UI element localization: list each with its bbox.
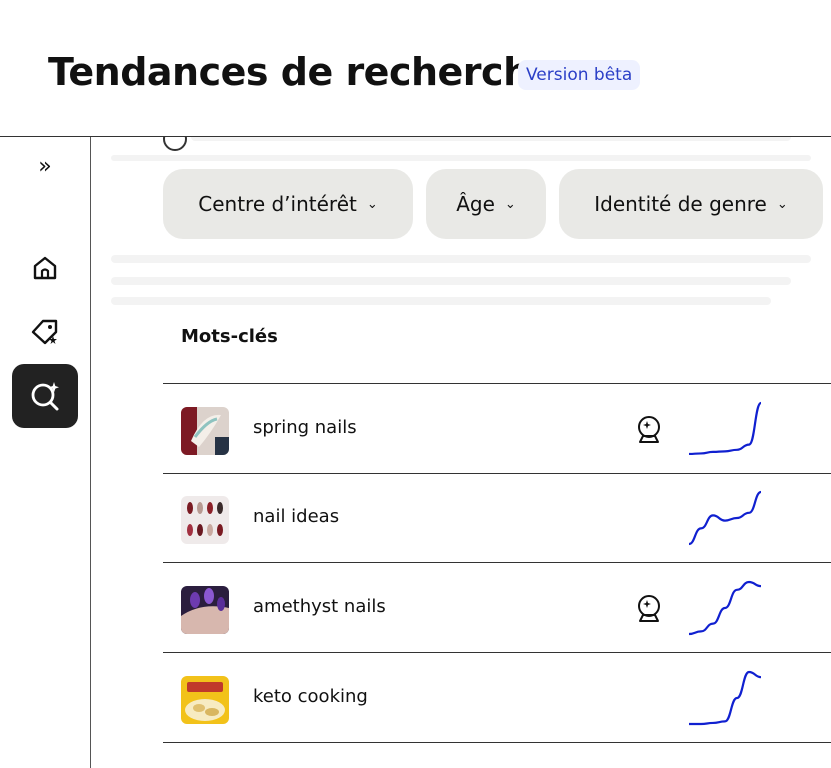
filter-gender[interactable]: Identité de genre ⌄ xyxy=(559,169,823,239)
keyword-label: amethyst nails xyxy=(253,596,386,617)
trend-line xyxy=(688,401,763,456)
sidebar: » xyxy=(0,137,91,768)
faded-text xyxy=(111,155,811,161)
sidebar-expand-button[interactable]: » xyxy=(28,151,62,181)
table-row[interactable]: keto cooking xyxy=(163,654,831,742)
keyword-label: spring nails xyxy=(253,417,357,438)
search-sparkle-icon xyxy=(31,382,59,411)
chevron-double-right-icon: » xyxy=(38,153,52,179)
keyword-thumbnail xyxy=(181,586,229,634)
chevron-down-icon: ⌄ xyxy=(776,196,788,212)
table-row[interactable]: amethyst nails xyxy=(163,564,831,652)
table-divider xyxy=(163,652,831,653)
filter-interest-label: Centre d’intérêt xyxy=(198,192,357,216)
page-header: Tendances de recherche Version bêta xyxy=(0,0,831,137)
beta-badge: Version bêta xyxy=(518,60,641,90)
sidebar-item-tag[interactable] xyxy=(22,309,68,355)
keyword-thumbnail xyxy=(181,676,229,724)
filter-interest[interactable]: Centre d’intérêt ⌄ xyxy=(163,169,413,239)
filter-age[interactable]: Âge ⌄ xyxy=(426,169,546,239)
trend-line xyxy=(688,580,762,636)
trend-line xyxy=(688,490,762,546)
trend-sparkline xyxy=(688,401,763,456)
trend-sparkline xyxy=(689,670,762,726)
chevron-down-icon: ⌄ xyxy=(366,196,378,212)
home-icon xyxy=(33,256,57,280)
keywords-column-header[interactable]: Mots-clés xyxy=(165,309,305,365)
trend-sparkline xyxy=(688,490,762,546)
filter-gender-label: Identité de genre xyxy=(594,192,767,216)
tag-star-icon xyxy=(31,319,58,345)
page-title: Tendances de recherche xyxy=(48,50,555,94)
keyword-label: keto cooking xyxy=(253,686,368,707)
keywords-column-label: Mots-clés xyxy=(181,326,278,347)
table-divider xyxy=(163,383,831,384)
trend-line xyxy=(689,670,762,726)
table-divider xyxy=(163,562,831,563)
keyword-thumbnail xyxy=(181,496,229,544)
keyword-label: nail ideas xyxy=(253,506,340,527)
chevron-down-icon: ⌄ xyxy=(504,196,516,212)
table-divider xyxy=(163,742,831,743)
faded-text xyxy=(111,255,811,263)
faded-text xyxy=(191,137,791,141)
table-row[interactable]: spring nails xyxy=(163,385,831,473)
radio-icon[interactable] xyxy=(163,137,187,151)
keyword-thumbnail xyxy=(181,407,229,455)
filter-age-label: Âge xyxy=(456,192,495,216)
crystal-ball-icon xyxy=(638,416,660,443)
faded-text xyxy=(111,277,791,285)
table-row[interactable]: nail ideas xyxy=(163,474,831,562)
sidebar-item-home[interactable] xyxy=(22,245,68,291)
faded-text xyxy=(111,297,771,305)
crystal-ball-icon xyxy=(638,595,660,622)
sidebar-item-trends[interactable] xyxy=(12,364,78,428)
trend-sparkline xyxy=(688,580,762,636)
main-content: Centre d’intérêt ⌄ Âge ⌄ Identité de gen… xyxy=(91,137,831,768)
